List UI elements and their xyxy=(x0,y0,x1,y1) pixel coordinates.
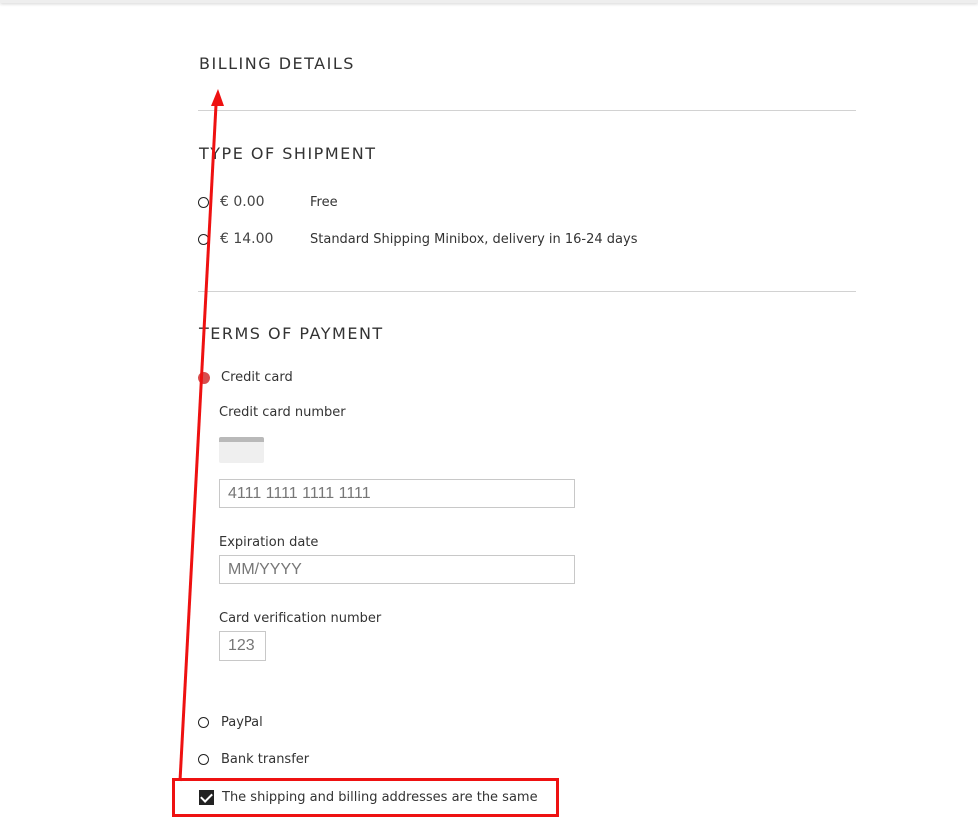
expiry-label: Expiration date xyxy=(219,535,319,550)
credit-card-icon xyxy=(219,437,264,463)
card-number-label: Credit card number xyxy=(219,405,346,420)
paypal-label[interactable]: PayPal xyxy=(221,715,263,730)
payment-title: TERMS OF PAYMENT xyxy=(199,324,384,343)
shipment-free-radio[interactable] xyxy=(198,197,209,208)
paypal-radio[interactable] xyxy=(198,717,209,728)
same-address-checkbox[interactable] xyxy=(199,790,214,805)
annotation-arrow xyxy=(178,89,224,782)
divider xyxy=(198,110,856,111)
shipment-standard-price: € 14.00 xyxy=(220,231,274,247)
cvv-label: Card verification number xyxy=(219,611,382,626)
shipment-standard-label[interactable]: Standard Shipping Minibox, delivery in 1… xyxy=(310,232,637,247)
cvv-input[interactable] xyxy=(219,631,266,661)
bank-transfer-label[interactable]: Bank transfer xyxy=(221,752,309,767)
shipment-standard-radio[interactable] xyxy=(198,234,209,245)
credit-card-radio[interactable] xyxy=(198,372,210,384)
top-bar xyxy=(0,0,978,3)
bank-transfer-radio[interactable] xyxy=(198,754,209,765)
same-address-label[interactable]: The shipping and billing addresses are t… xyxy=(222,790,538,805)
shipment-title: TYPE OF SHIPMENT xyxy=(199,144,377,163)
expiry-input[interactable] xyxy=(219,555,575,584)
shipment-free-label[interactable]: Free xyxy=(310,195,338,210)
credit-card-label[interactable]: Credit card xyxy=(221,370,293,385)
shipment-free-price: € 0.00 xyxy=(220,194,265,210)
billing-details-title: BILLING DETAILS xyxy=(199,54,355,73)
checkmark-icon xyxy=(200,790,213,803)
divider xyxy=(198,291,856,292)
card-number-input[interactable] xyxy=(219,479,575,508)
